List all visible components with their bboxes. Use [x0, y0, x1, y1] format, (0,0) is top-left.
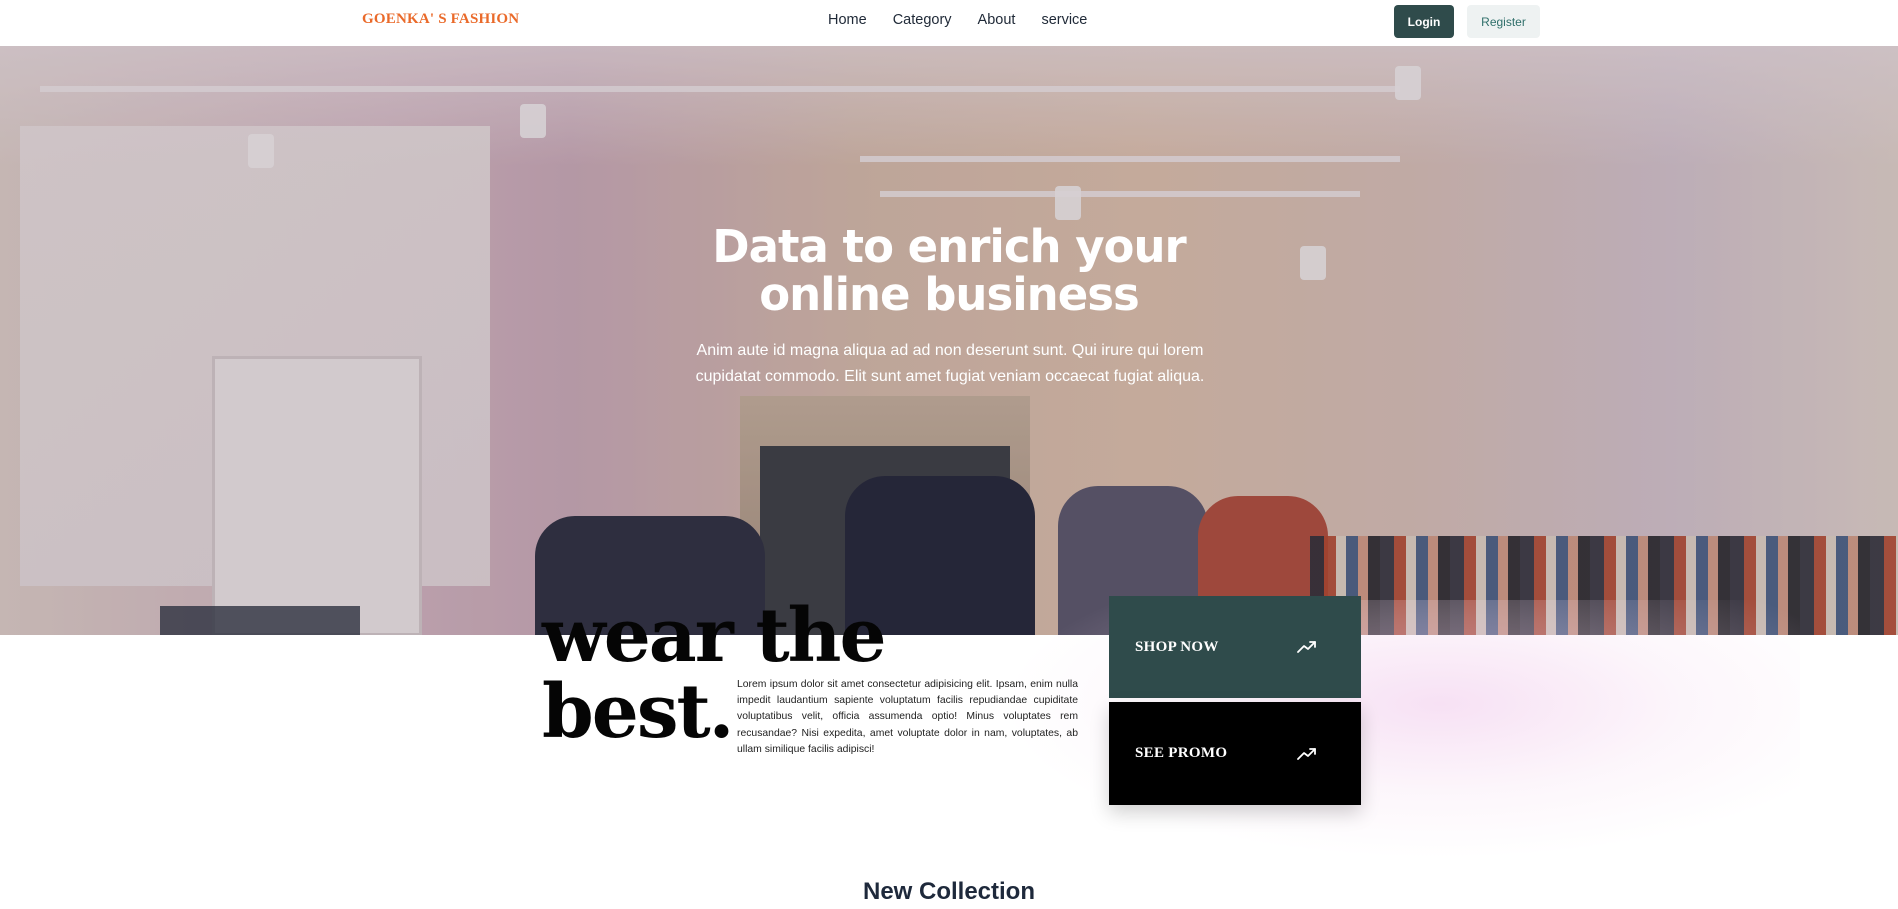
nav-link-category[interactable]: Category: [893, 12, 952, 28]
trending-up-icon: [1297, 641, 1316, 653]
nav-link-home[interactable]: Home: [828, 12, 867, 28]
nav-links: Home Category About service: [828, 12, 1087, 28]
hero-title-line1: Data to enrich your: [712, 220, 1186, 273]
trending-up-icon: [1297, 747, 1316, 760]
shop-now-button[interactable]: SHOP NOW: [1109, 596, 1361, 698]
shop-now-label: SHOP NOW: [1135, 638, 1219, 655]
see-promo-button[interactable]: SEE PROMO: [1109, 702, 1361, 805]
hero-title: Data to enrich your online business: [0, 223, 1898, 319]
nav-link-about[interactable]: About: [978, 12, 1016, 28]
hero-subtitle: Anim aute id magna aliqua ad ad non dese…: [695, 342, 1205, 385]
nav-link-service[interactable]: service: [1041, 12, 1087, 28]
brand-logo[interactable]: GOENKA' S FASHION: [362, 11, 519, 28]
promo-headline-line1: wear the: [542, 593, 887, 679]
login-button[interactable]: Login: [1394, 5, 1454, 38]
navbar: GOENKA' S FASHION Home Category About se…: [0, 0, 1898, 46]
see-promo-label: SEE PROMO: [1135, 745, 1228, 761]
hero-title-line2: online business: [759, 268, 1140, 321]
promo-description: Lorem ipsum dolor sit amet consectetur a…: [737, 679, 1078, 755]
register-button[interactable]: Register: [1467, 5, 1540, 38]
new-collection-title: New Collection: [862, 878, 1036, 905]
promo-headline-line2: best.: [542, 669, 734, 755]
